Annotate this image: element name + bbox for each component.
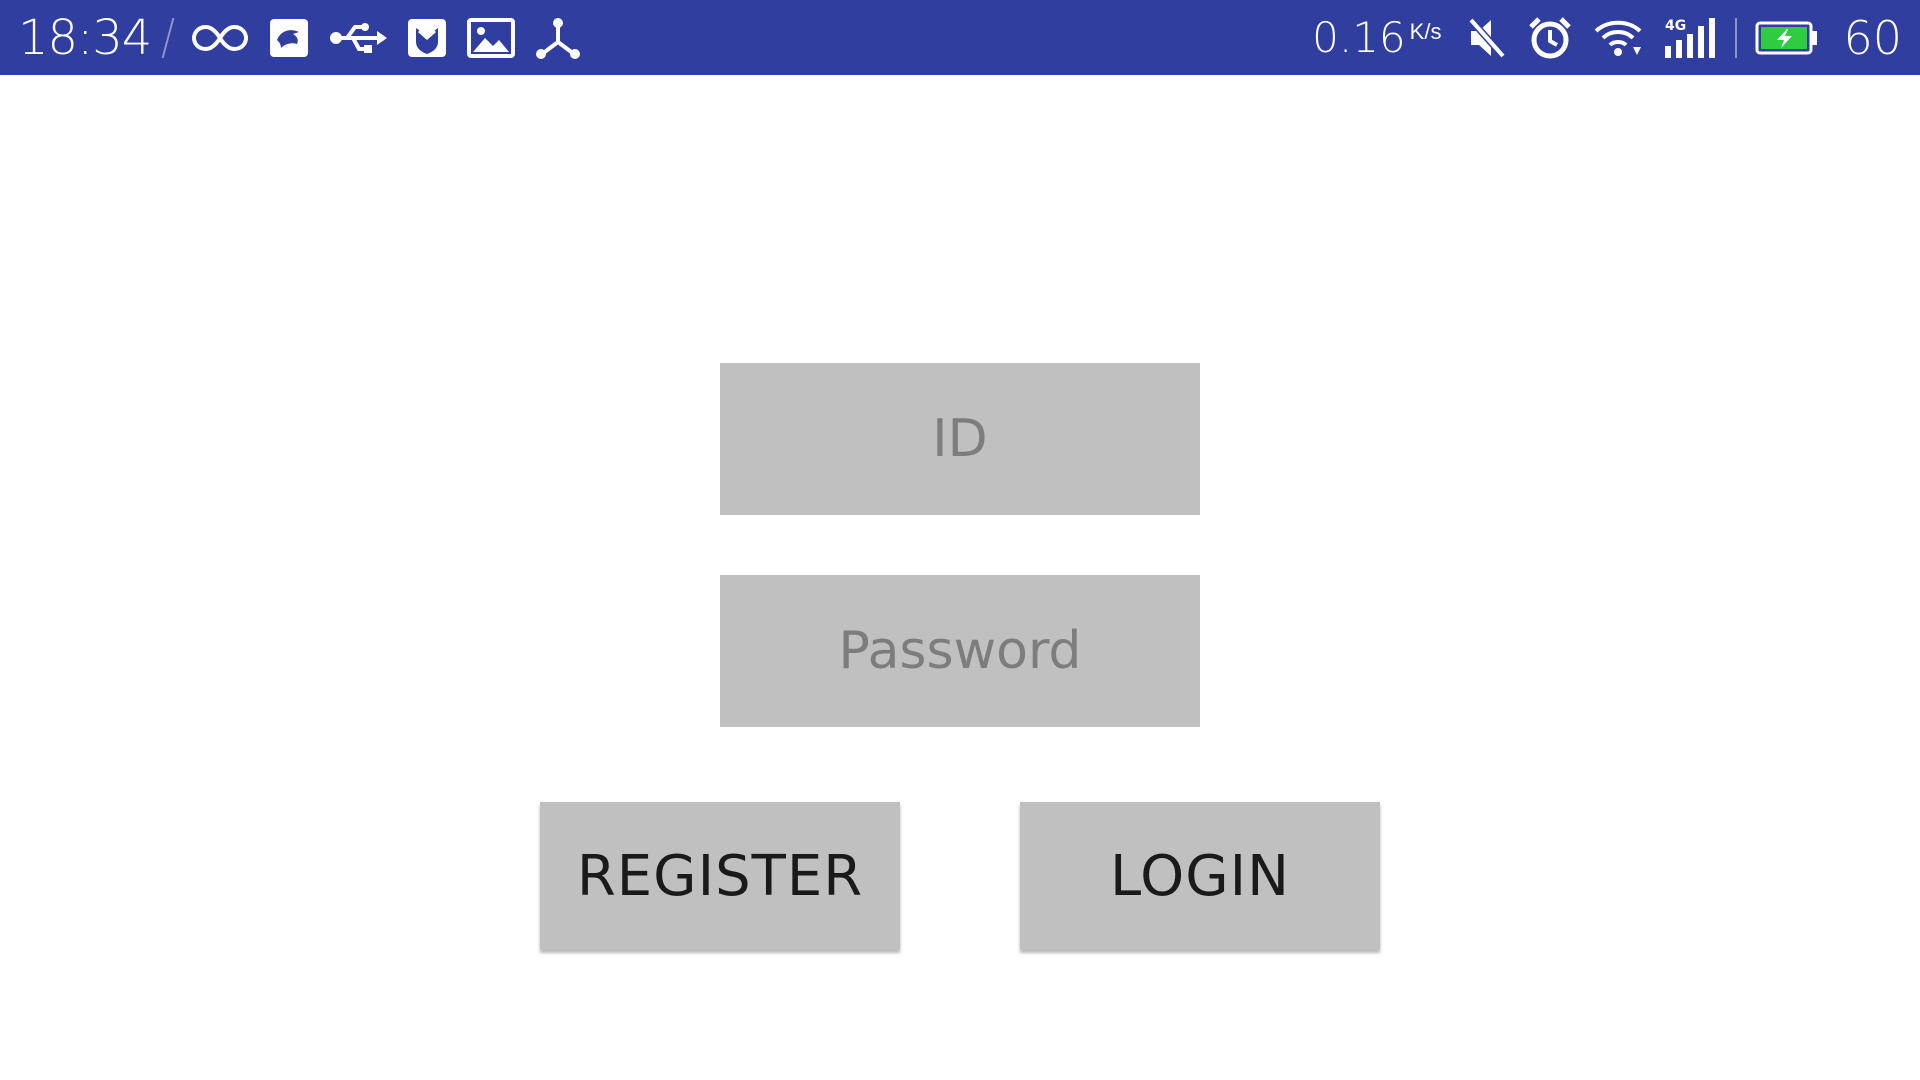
divider <box>161 17 175 58</box>
status-bar-left: 18:34 <box>18 0 591 75</box>
infinity-icon <box>191 23 249 53</box>
register-button[interactable]: REGISTER <box>540 802 900 950</box>
bird-app-icon <box>269 18 309 58</box>
status-bar-right: 0.16 K/s 4G 60 <box>1312 0 1902 75</box>
battery-charging-icon <box>1755 21 1819 55</box>
4g-signal-icon: 4G <box>1663 16 1717 60</box>
shield-mail-icon <box>407 18 447 58</box>
login-button[interactable]: LOGIN <box>1020 802 1380 950</box>
net-speed: 0.16 <box>1312 13 1406 62</box>
wifi-icon <box>1593 17 1643 59</box>
battery-percent: 60 <box>1843 10 1902 65</box>
usb-icon <box>329 21 388 55</box>
clock: 18:34 <box>18 9 152 66</box>
net-speed-unit: K/s <box>1409 18 1442 44</box>
mute-icon <box>1467 16 1507 60</box>
network-type-label: 4G <box>1665 18 1686 34</box>
password-input[interactable] <box>720 575 1200 727</box>
image-icon <box>467 17 516 58</box>
share-network-icon <box>535 16 581 60</box>
divider <box>1735 17 1738 58</box>
status-bar: 18:34 0.16 K/s 4G 60 <box>0 0 1920 75</box>
id-input[interactable] <box>720 363 1200 515</box>
alarm-icon <box>1527 15 1573 61</box>
